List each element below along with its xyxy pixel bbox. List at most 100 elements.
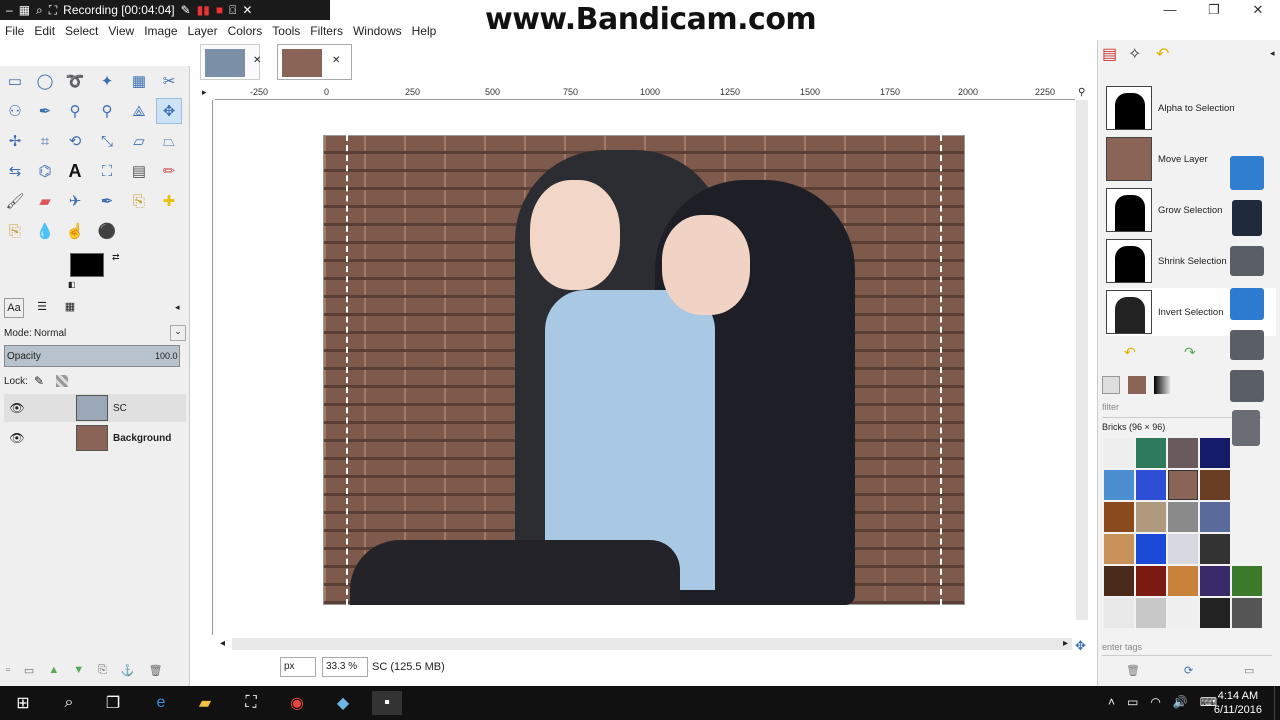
desktop-folder-icon[interactable] xyxy=(1230,246,1264,276)
clock[interactable]: 4:14 AM 6/11/2016 xyxy=(1214,689,1262,717)
eraser-icon[interactable]: ▰ xyxy=(32,188,58,214)
pattern-swatch[interactable] xyxy=(1104,534,1134,564)
zoom-toggle-icon[interactable]: ⚲ xyxy=(1078,87,1085,98)
refresh-icon[interactable]: ⟳ xyxy=(1184,664,1193,677)
airbrush-icon[interactable]: ✈ xyxy=(62,188,88,214)
menu-windows[interactable]: Windows xyxy=(348,24,407,38)
stop-icon[interactable]: ■ xyxy=(216,3,223,17)
windows-start-icon[interactable]: ⊞ xyxy=(8,691,38,715)
image-tab-1[interactable]: ✕ xyxy=(200,44,261,80)
pattern-swatch[interactable] xyxy=(1104,470,1134,500)
scroll-right-icon[interactable]: ▸ xyxy=(1063,638,1068,649)
ink-icon[interactable]: ✒ xyxy=(94,188,120,214)
text-tool-icon[interactable]: A xyxy=(62,158,88,184)
duplicate-layer-icon[interactable]: ⎘ xyxy=(98,664,107,677)
foreground-select-icon[interactable]: ⚇ xyxy=(2,98,28,124)
pattern-swatch[interactable] xyxy=(1200,534,1230,564)
task-view-icon[interactable]: ❐ xyxy=(98,691,128,715)
app-icon[interactable]: ◆ xyxy=(328,691,358,715)
rotate-icon[interactable]: ⟲ xyxy=(62,128,88,154)
delete-pattern-icon[interactable]: 🗑 xyxy=(1126,664,1140,677)
ruler-corner-icon[interactable]: ▸ xyxy=(202,87,207,98)
perspective-icon[interactable]: ⏢ xyxy=(156,128,182,154)
menu-filters[interactable]: Filters xyxy=(305,24,348,38)
show-desktop-button[interactable] xyxy=(1274,686,1280,720)
measure-icon[interactable]: ⟁ xyxy=(126,98,152,124)
desktop-folder-icon[interactable] xyxy=(1230,288,1264,320)
pattern-swatch[interactable] xyxy=(1136,598,1166,628)
paintbrush-icon[interactable]: 🖌 xyxy=(2,188,28,214)
new-group-icon[interactable]: ▭ xyxy=(24,664,34,677)
visibility-eye-icon[interactable]: 👁 xyxy=(4,431,30,445)
menu-help[interactable]: Help xyxy=(407,24,442,38)
paths-icon[interactable]: ✒ xyxy=(32,98,58,124)
crop-icon[interactable]: ⌗ xyxy=(32,128,58,154)
bucket-fill-icon[interactable]: ⛶ xyxy=(94,158,120,184)
configure-tab-icon[interactable]: ◂ xyxy=(1270,48,1275,59)
battery-icon[interactable]: ▭ xyxy=(1127,695,1138,709)
flip-icon[interactable]: ⇆ xyxy=(2,158,28,184)
pattern-swatch[interactable] xyxy=(1104,598,1134,628)
shear-icon[interactable]: ▱ xyxy=(126,128,152,154)
pattern-swatch[interactable] xyxy=(1168,438,1198,468)
volume-icon[interactable]: 🔊 xyxy=(1173,695,1188,709)
pencil-icon[interactable]: ✏ xyxy=(156,158,182,184)
menu-select[interactable]: Select xyxy=(60,24,103,38)
raise-layer-icon[interactable]: ▲ xyxy=(48,664,59,677)
camera-icon[interactable]: ⌼ xyxy=(229,3,236,18)
pattern-swatch-selected[interactable] xyxy=(1168,470,1198,500)
perspective-clone-icon[interactable]: ⎘ xyxy=(2,218,28,244)
search-icon[interactable]: ⌕ xyxy=(36,3,43,18)
cage-icon[interactable]: ⌬ xyxy=(32,158,58,184)
menu-file[interactable]: File xyxy=(0,24,29,38)
dodge-burn-icon[interactable]: ⚫ xyxy=(94,218,120,244)
patterns-tab-icon[interactable] xyxy=(1128,376,1146,394)
menu-image[interactable]: Image xyxy=(139,24,182,38)
pattern-swatch[interactable] xyxy=(1200,502,1230,532)
foreground-color-swatch[interactable] xyxy=(70,253,104,277)
pattern-swatch[interactable] xyxy=(1168,566,1198,596)
open-folder-icon[interactable]: ▭ xyxy=(1244,664,1254,677)
pattern-swatch[interactable] xyxy=(1136,470,1166,500)
menu-layer[interactable]: Layer xyxy=(183,24,223,38)
move-tool-icon[interactable]: ✥ xyxy=(156,98,182,124)
zoom-select[interactable]: 33.3 % xyxy=(322,657,368,677)
image-tab-2[interactable]: ✕ xyxy=(277,44,352,80)
pattern-swatch[interactable] xyxy=(1200,566,1230,596)
undo-history-icon[interactable]: ↶ xyxy=(1156,44,1169,64)
swap-colors-icon[interactable]: ⇄ xyxy=(112,252,120,263)
region-icon[interactable]: ⛶ xyxy=(49,3,57,18)
channels-tab-icon[interactable]: ▦ xyxy=(60,298,80,318)
pattern-swatch[interactable] xyxy=(1136,534,1166,564)
pattern-swatch[interactable] xyxy=(1104,566,1134,596)
visibility-eye-icon[interactable]: 👁 xyxy=(4,401,30,415)
grid-icon[interactable]: ▦ xyxy=(19,3,30,17)
layer-row[interactable]: 👁 SC xyxy=(4,394,186,422)
pattern-swatch[interactable] xyxy=(1168,534,1198,564)
search-icon[interactable]: ⌕ xyxy=(54,691,84,715)
configure-tab-icon[interactable]: ◂ xyxy=(175,302,180,313)
undo-icon[interactable]: ↶ xyxy=(1124,344,1136,361)
paths-icon[interactable]: ✧ xyxy=(1128,44,1141,64)
layers-tab-icon[interactable]: ☰ xyxy=(32,298,52,318)
pause-icon[interactable]: ▮▮ xyxy=(197,3,210,17)
minimize-icon[interactable]: – xyxy=(6,3,13,17)
rect-select-icon[interactable]: ▭ xyxy=(2,68,28,94)
close-button[interactable]: ✕ xyxy=(1236,0,1280,20)
desktop-computer-icon[interactable] xyxy=(1230,156,1264,190)
pattern-swatch[interactable] xyxy=(1200,438,1230,468)
file-explorer-icon[interactable]: ▰ xyxy=(190,691,220,715)
layers-stack-icon[interactable]: ▤ xyxy=(1102,44,1117,64)
chrome-icon[interactable]: ◉ xyxy=(282,691,312,715)
scissors-icon[interactable]: ✂ xyxy=(156,68,182,94)
smudge-icon[interactable]: ☝ xyxy=(62,218,88,244)
pattern-swatch[interactable] xyxy=(1232,566,1262,596)
close-icon[interactable]: ✕ xyxy=(253,55,261,66)
color-select-icon[interactable]: ▦ xyxy=(126,68,152,94)
navigate-icon[interactable]: ✥ xyxy=(1075,638,1086,654)
pattern-swatch[interactable] xyxy=(1136,438,1166,468)
close-icon[interactable]: ✕ xyxy=(242,3,252,17)
clone-icon[interactable]: ⎘ xyxy=(126,188,152,214)
ellipse-select-icon[interactable]: ◯ xyxy=(32,68,58,94)
pattern-swatch[interactable] xyxy=(1168,598,1198,628)
